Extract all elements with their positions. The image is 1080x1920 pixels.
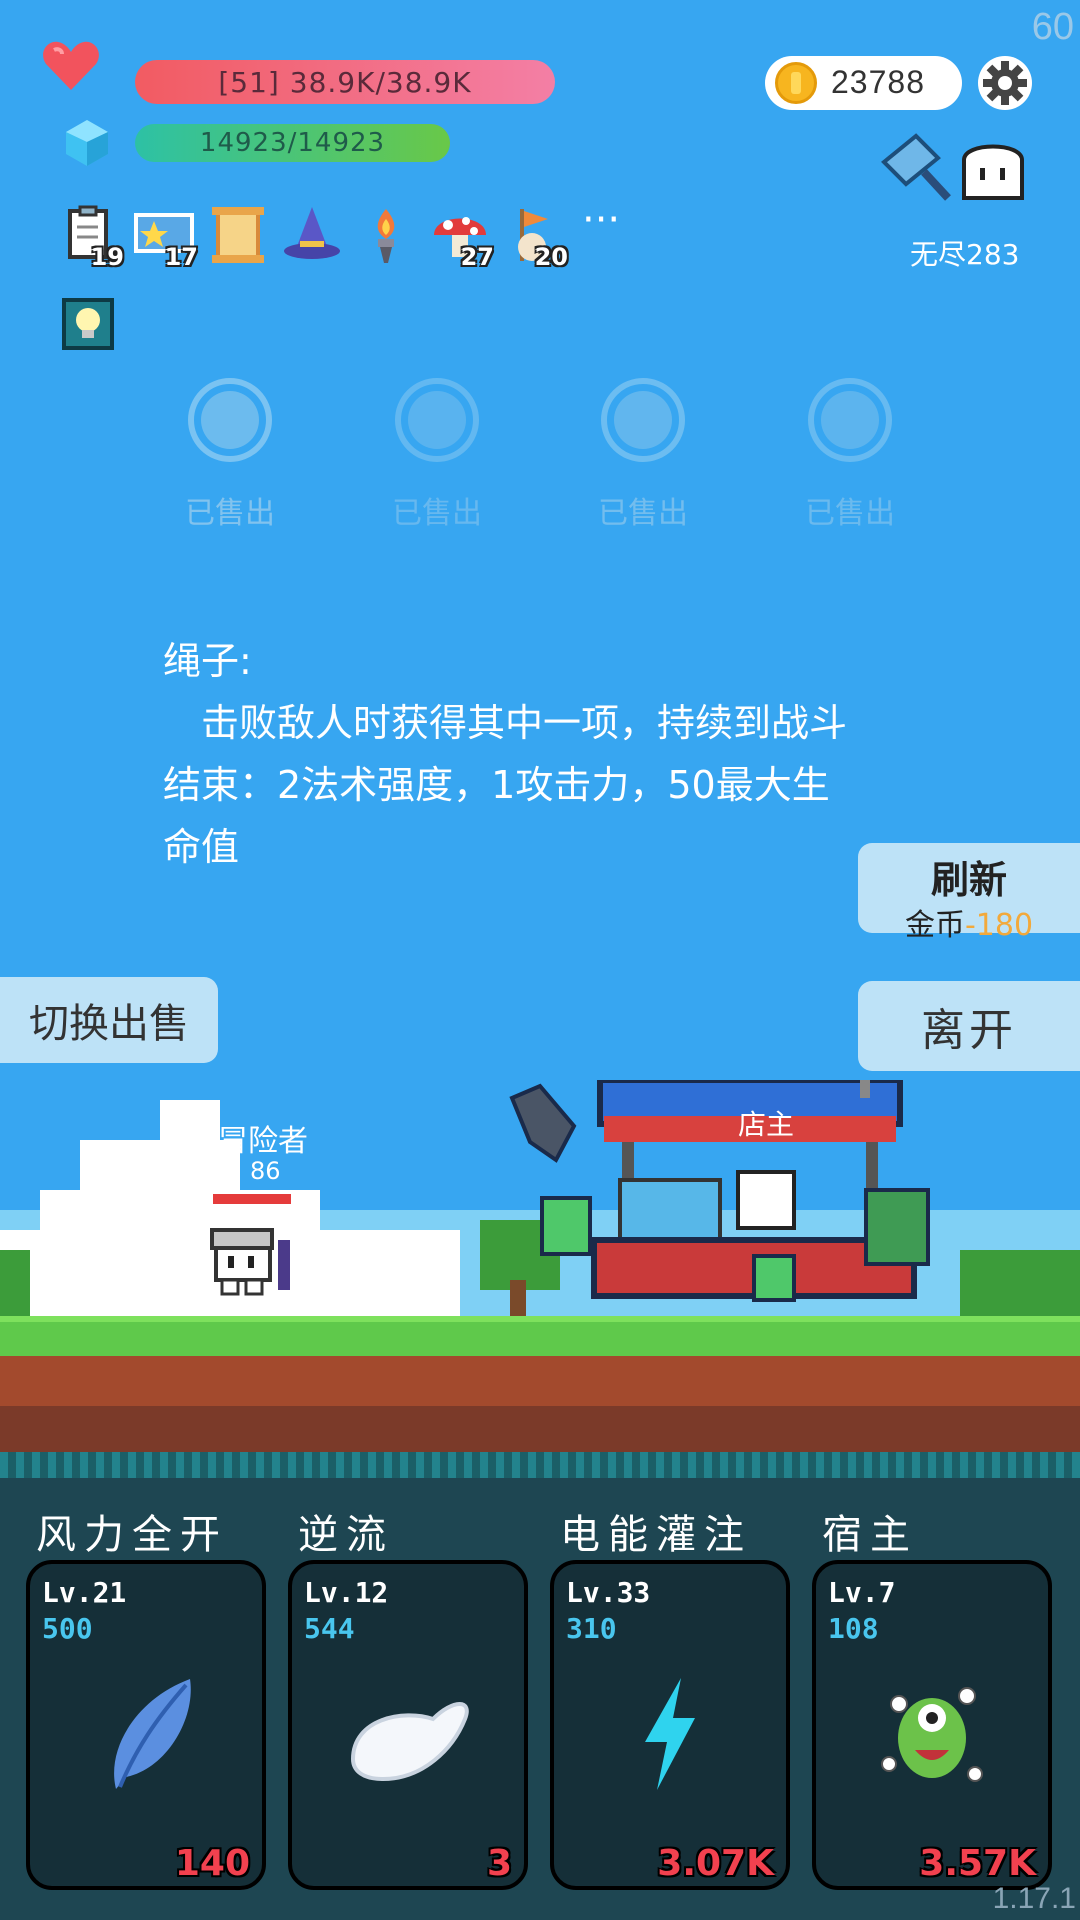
mana-crystal-icon	[66, 120, 108, 166]
skill-card[interactable]: Lv.21 500 140	[26, 1560, 266, 1890]
crown-badge-icon	[601, 378, 685, 462]
item-effect-text: 击败敌人时获得其中一项，持续到战斗结束：2法术强度，1攻击力，50最大生命值	[163, 701, 848, 869]
skill-card[interactable]: Lv.7 108 3.57K	[812, 1560, 1052, 1890]
shop-slot-1[interactable]: 已售出	[160, 378, 300, 532]
gold-amount: 23788	[831, 64, 925, 100]
shopkeeper-name: 店主	[738, 1108, 795, 1141]
crown-badge-icon	[395, 378, 479, 462]
battle-scene	[0, 1080, 1080, 1320]
skill-panel-border	[0, 1452, 1080, 1478]
gold-coin-icon	[775, 62, 817, 104]
adventurer-hp-bar	[211, 1192, 293, 1206]
version-label: 1.17.1	[992, 1882, 1076, 1915]
gold-display: 23788	[765, 56, 962, 110]
crown-badge-icon	[188, 378, 272, 462]
item-name: 绳子:	[163, 639, 252, 683]
mp-bar: 14923/14923	[135, 124, 450, 162]
mushroom-icon[interactable]: 27	[430, 205, 494, 271]
flag-icon[interactable]: 20	[504, 205, 568, 271]
item-description: 绳子: 击败敌人时获得其中一项，持续到战斗结束：2法术强度，1攻击力，50最大生…	[163, 630, 863, 878]
lightbulb-buff-icon[interactable]	[62, 298, 114, 350]
shop-slot-2[interactable]: 已售出	[367, 378, 507, 532]
green-monster-icon	[881, 1687, 983, 1782]
ghost-pet-icon[interactable]	[958, 136, 1028, 204]
fps-counter: 60	[1031, 6, 1074, 48]
torch-icon[interactable]	[356, 205, 416, 265]
skill-name: 电能灌注	[560, 1512, 752, 1558]
feather-icon	[114, 1679, 191, 1789]
ground-dirt-deep	[0, 1406, 1080, 1454]
shop-slot-3[interactable]: 已售出	[573, 378, 713, 532]
crown-badge-icon	[808, 378, 892, 462]
leave-button[interactable]: 离开	[858, 981, 1080, 1071]
heart-icon	[43, 41, 99, 90]
shop-slot-4[interactable]: 已售出	[780, 378, 920, 532]
scroll-icon[interactable]	[208, 205, 268, 265]
ground-dirt	[0, 1356, 1080, 1406]
skill-name: 风力全开	[36, 1512, 228, 1558]
endless-stage-label: 无尽283	[910, 238, 1020, 271]
quest-clipboard-icon[interactable]: 19	[60, 205, 124, 271]
skill-card[interactable]: Lv.33 310 3.07K	[550, 1560, 790, 1890]
skill-name: 逆流	[298, 1512, 394, 1558]
adventurer-name: 冒险者	[218, 1124, 308, 1159]
adventurer-level: 86	[250, 1157, 281, 1185]
more-items-button[interactable]: ···	[582, 200, 620, 275]
refresh-button[interactable]: 刷新 金币-180	[858, 843, 1080, 943]
skill-name: 宿主	[822, 1512, 918, 1558]
settings-gear-icon[interactable]	[977, 55, 1033, 111]
inventory-row: 19 17 27 20 ···	[60, 200, 620, 275]
wing-icon	[350, 1702, 469, 1782]
lightning-icon	[645, 1678, 695, 1790]
cleaver-weapon-icon[interactable]	[876, 132, 954, 206]
switch-sell-button[interactable]: 切换出售	[0, 977, 218, 1063]
wizard-hat-icon[interactable]	[282, 205, 342, 265]
hp-bar: [51] 38.9K/38.9K	[135, 60, 555, 104]
star-card-icon[interactable]: 17	[134, 205, 198, 271]
skill-card[interactable]: Lv.12 544 3	[288, 1560, 528, 1890]
